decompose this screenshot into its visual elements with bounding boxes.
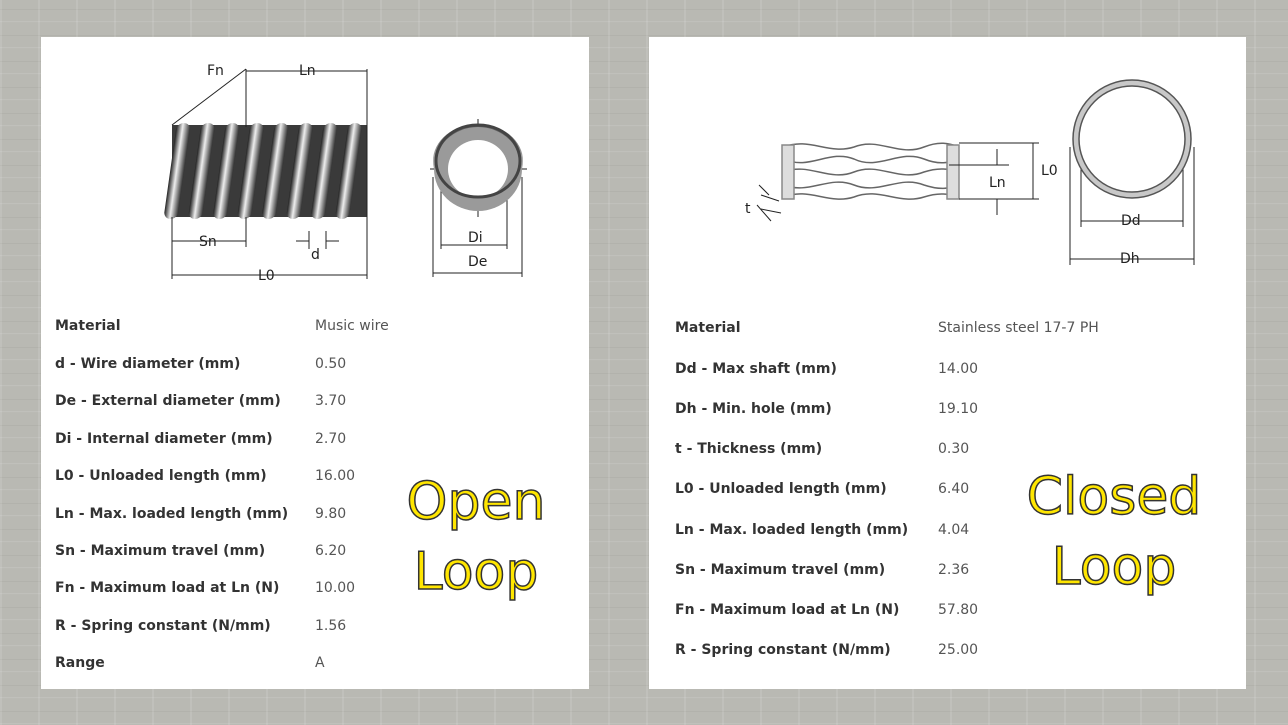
spec-row: Range A [41,655,589,679]
closed-loop-panel: t Ln L0 Dd Dh Material Stainless steel 17… [649,37,1246,689]
l0-label: L0 [258,268,275,284]
spec-value: 25.00 [938,642,979,658]
spec-label: d - Wire diameter (mm) [55,356,241,372]
spec-value: 16.00 [315,468,356,484]
spec-value: 6.20 [315,543,347,559]
spec-value: 1.56 [315,618,347,634]
spec-label: Material [675,320,741,336]
spec-value: A [315,655,325,671]
t-label: t [745,201,751,217]
spec-label: Material [55,318,121,334]
sn-label: Sn [199,234,217,250]
fn-label: Fn [207,63,224,79]
spec-label: Dh - Min. hole (mm) [675,401,832,417]
spec-label: t - Thickness (mm) [675,441,823,457]
spec-label: L0 - Unloaded length (mm) [675,481,887,497]
spec-label: Dd - Max shaft (mm) [675,361,837,377]
compression-spring-diagram: Fn Ln Sn d L0 Di De [164,63,527,284]
overlay-line-2: Loop [1051,536,1177,598]
spec-value: 19.10 [938,401,979,417]
closed-loop-overlay-label: Closed Loop [1024,462,1204,602]
wave-spring-side-view [781,142,960,200]
spec-label: R - Spring constant (N/mm) [55,618,271,634]
spec-value: 57.80 [938,602,979,618]
spring-end-view [433,123,523,211]
open-loop-panel: Fn Ln Sn d L0 Di De Material Music wire d… [41,37,589,689]
spec-label: Ln - Max. loaded length (mm) [675,522,909,538]
d-label: d [311,247,320,263]
spec-label: De - External diameter (mm) [55,393,281,409]
dd-label: Dd [1121,213,1141,229]
spec-value: 10.00 [315,580,356,596]
overlay-line-1: Closed [1026,466,1202,528]
spec-label: R - Spring constant (N/mm) [675,642,891,658]
spec-value: 0.50 [315,356,347,372]
spec-value: 14.00 [938,361,979,377]
spec-row: Dh - Min. hole (mm) 19.10 [649,401,1246,425]
spec-row: R - Spring constant (N/mm) 1.56 [41,618,589,642]
spec-row: d - Wire diameter (mm) 0.50 [41,356,589,380]
spec-row: Material Music wire [41,318,589,342]
wave-spring-top-view [1072,79,1192,199]
spec-row: R - Spring constant (N/mm) 25.00 [649,642,1246,666]
spec-value: 2.70 [315,431,347,447]
open-loop-overlay-label: Open Loop [401,467,551,607]
spec-value: 2.36 [938,562,970,578]
spec-label: Fn - Maximum load at Ln (N) [55,580,280,596]
di-label: Di [468,230,483,246]
spec-value: Stainless steel 17-7 PH [938,320,1099,336]
wave-spring-diagram: t Ln L0 Dd Dh [745,79,1195,267]
overlay-line-2: Loop [413,541,539,603]
spec-value: 4.04 [938,522,970,538]
spec-label: Di - Internal diameter (mm) [55,431,273,447]
de-label: De [468,254,487,270]
spec-label: Sn - Maximum travel (mm) [675,562,886,578]
spec-label: Ln - Max. loaded length (mm) [55,506,289,522]
ln-label: Ln [299,63,316,79]
spec-value: Music wire [315,318,389,334]
spring-coils [164,123,367,219]
spec-row: De - External diameter (mm) 3.70 [41,393,589,417]
spec-row: Di - Internal diameter (mm) 2.70 [41,431,589,455]
l0-label: L0 [1041,163,1058,179]
overlay-line-1: Open [406,471,546,533]
spec-label: Sn - Maximum travel (mm) [55,543,266,559]
spec-row: Dd - Max shaft (mm) 14.00 [649,361,1246,385]
ln-label: Ln [989,175,1006,191]
spec-value: 6.40 [938,481,970,497]
spec-label: L0 - Unloaded length (mm) [55,468,267,484]
dh-label: Dh [1120,251,1140,267]
spec-value: 0.30 [938,441,970,457]
spec-row: Fn - Maximum load at Ln (N) 57.80 [649,602,1246,626]
spec-label: Fn - Maximum load at Ln (N) [675,602,900,618]
spec-row: Material Stainless steel 17-7 PH [649,320,1246,344]
spec-label: Range [55,655,105,671]
spec-value: 9.80 [315,506,347,522]
spec-value: 3.70 [315,393,347,409]
